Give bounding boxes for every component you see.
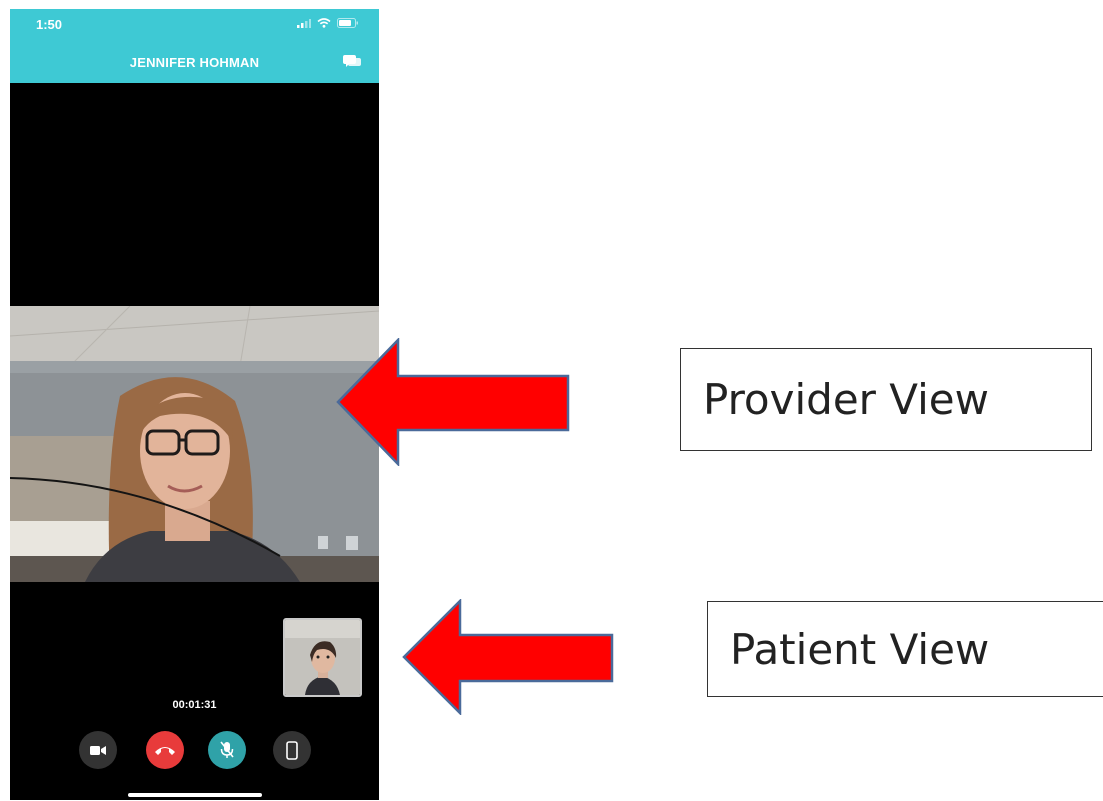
call-controls <box>10 731 379 771</box>
call-header: JENNIFER HOHMAN <box>10 41 379 83</box>
provider-view-label: Provider View <box>703 375 989 424</box>
phone-device-icon <box>286 740 298 760</box>
patient-self-view[interactable] <box>283 618 362 697</box>
switch-device-button[interactable] <box>273 731 311 769</box>
home-indicator[interactable] <box>128 793 262 797</box>
end-call-icon <box>155 747 175 755</box>
patient-view-label-box: Patient View <box>707 601 1103 697</box>
signal-icon <box>297 18 311 28</box>
patient-arrow-icon <box>402 599 614 715</box>
provider-video-image <box>10 306 379 582</box>
provider-view-label-box: Provider View <box>680 348 1092 451</box>
status-icons <box>297 18 359 28</box>
video-camera-icon <box>90 745 106 755</box>
mute-microphone-button[interactable] <box>208 731 246 769</box>
battery-icon <box>337 18 358 28</box>
phone-screen: 1:50 JENNIFER HOHMAN 00:01:31 <box>10 9 379 800</box>
chat-icon[interactable] <box>343 54 361 68</box>
caller-name: JENNIFER HOHMAN <box>129 55 260 70</box>
status-time: 1:50 <box>36 17 63 32</box>
call-timer: 00:01:31 <box>172 699 217 711</box>
end-call-button[interactable] <box>146 731 184 769</box>
status-bar: 1:50 <box>10 9 379 41</box>
microphone-muted-icon <box>220 741 234 758</box>
provider-arrow-icon <box>336 338 570 466</box>
provider-video-feed <box>10 306 379 582</box>
patient-video-image <box>285 620 360 695</box>
toggle-video-button[interactable] <box>79 731 117 769</box>
patient-view-label: Patient View <box>730 624 990 674</box>
wifi-icon <box>317 18 331 28</box>
